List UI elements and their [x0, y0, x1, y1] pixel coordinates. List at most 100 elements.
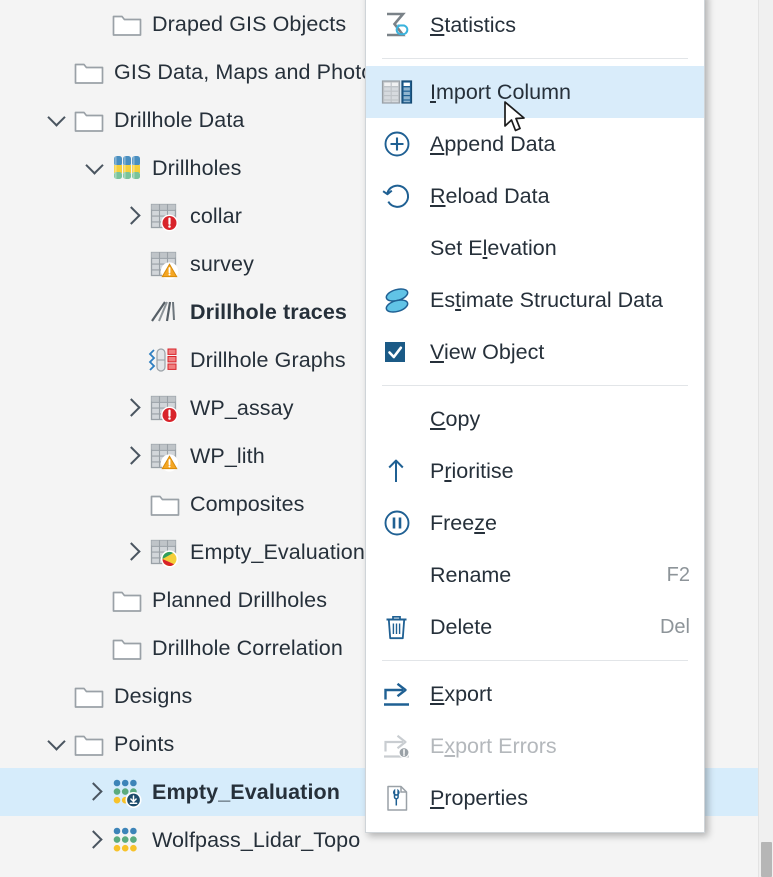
context-menu[interactable]: Statistics Import Column Append Data Reload…	[365, 0, 705, 833]
folder-icon	[110, 631, 144, 665]
drillholes-icon	[110, 151, 144, 185]
folder-icon	[110, 7, 144, 41]
tree-row-label: Composites	[190, 491, 305, 516]
chevron-down-icon[interactable]	[80, 153, 110, 183]
menu-item-delete[interactable]: Delete Del	[366, 601, 704, 653]
menu-item-reload-data[interactable]: Reload Data	[366, 170, 704, 222]
menu-item-shortcut: Del	[659, 615, 690, 638]
menu-separator	[382, 385, 688, 386]
menu-icon-placeholder	[380, 231, 424, 265]
chevron-right-icon[interactable]	[80, 825, 110, 855]
export-icon	[380, 677, 424, 711]
menu-item-rename[interactable]: Rename F2	[366, 549, 704, 601]
chevron-down-icon[interactable]	[42, 105, 72, 135]
tree-row-label: Wolfpass_Lidar_Topo	[152, 827, 361, 852]
chevron-right-icon[interactable]	[80, 777, 110, 807]
folder-icon	[72, 727, 106, 761]
project-explorer-with-context-menu: Draped GIS Objects GIS Data, Maps and Pho…	[0, 0, 773, 877]
chevron-right-icon[interactable]	[118, 393, 148, 423]
table-warning-icon	[148, 439, 182, 473]
tree-row-label: collar	[190, 203, 242, 228]
menu-separator	[382, 58, 688, 59]
twisty-spacer	[118, 489, 148, 519]
menu-item-label: Delete	[430, 614, 493, 639]
tree-row-label: Empty_Evaluation	[152, 779, 340, 804]
table-error-icon	[148, 199, 182, 233]
menu-item-label: Properties	[430, 785, 528, 810]
chevron-right-icon[interactable]	[118, 537, 148, 567]
menu-item-label: Set Elevation	[430, 235, 557, 260]
tree-row-label: Designs	[114, 683, 193, 708]
menu-item-append-data[interactable]: Append Data	[366, 118, 704, 170]
menu-item-label: Copy	[430, 406, 481, 431]
tree-row-label: Drillholes	[152, 155, 242, 180]
tree-row-label: Draped GIS Objects	[152, 11, 347, 36]
tree-row-label: Empty_Evaluation	[190, 539, 365, 564]
twisty-spacer	[80, 9, 110, 39]
menu-item-shortcut: F2	[666, 563, 690, 586]
menu-item-label: Append Data	[430, 131, 556, 156]
tree-row-label: Drillhole Graphs	[190, 347, 346, 372]
chevron-right-icon[interactable]	[118, 201, 148, 231]
points-download-icon	[110, 775, 144, 809]
tree-row-label: Drillhole traces	[190, 299, 347, 324]
menu-separator	[382, 660, 688, 661]
menu-item-label: Statistics	[430, 12, 517, 37]
menu-item-prioritise[interactable]: Prioritise	[366, 445, 704, 497]
tree-row-label: Points	[114, 731, 175, 756]
tree-row-label: survey	[190, 251, 254, 276]
vertical-scrollbar[interactable]	[758, 0, 773, 877]
menu-item-label: Export	[430, 681, 493, 706]
menu-item-export[interactable]: Export	[366, 668, 704, 720]
menu-item-set-elevation[interactable]: Set Elevation	[366, 222, 704, 274]
tree-row-label: GIS Data, Maps and Photo	[114, 59, 374, 84]
folder-icon	[148, 487, 182, 521]
table-warning-icon	[148, 247, 182, 281]
sigma-statistics-icon	[380, 8, 424, 42]
twisty-spacer	[118, 297, 148, 327]
menu-item-copy[interactable]: Copy	[366, 393, 704, 445]
menu-item-view-object[interactable]: View Object	[366, 326, 704, 378]
tree-row-label: WP_lith	[190, 443, 265, 468]
twisty-spacer	[80, 585, 110, 615]
tree-row-label: Drillhole Data	[114, 107, 245, 132]
menu-item-estimate-structural-data[interactable]: Estimate Structural Data	[366, 274, 704, 326]
pause-circle-icon	[380, 506, 424, 540]
chevron-down-icon[interactable]	[42, 729, 72, 759]
tree-row-label: Planned Drillholes	[152, 587, 328, 612]
folder-icon	[110, 583, 144, 617]
menu-item-label: Prioritise	[430, 458, 514, 483]
menu-item-statistics[interactable]: Statistics	[366, 0, 704, 51]
chevron-right-icon[interactable]	[118, 441, 148, 471]
twisty-spacer	[80, 633, 110, 663]
properties-icon	[380, 781, 424, 815]
twisty-spacer	[42, 681, 72, 711]
trash-icon	[380, 610, 424, 644]
menu-item-import-column[interactable]: Import Column	[366, 66, 704, 118]
menu-item-freeze[interactable]: Freeze	[366, 497, 704, 549]
scrollbar-thumb[interactable]	[761, 842, 772, 877]
menu-item-label: Reload Data	[430, 183, 550, 208]
menu-icon-placeholder	[380, 402, 424, 436]
menu-item-properties[interactable]: Properties	[366, 772, 704, 824]
menu-item-export-errors: Export Errors	[366, 720, 704, 772]
checkbox-checked-icon	[380, 335, 424, 369]
drillhole-graphs-icon	[148, 343, 182, 377]
folder-icon	[72, 103, 106, 137]
twisty-spacer	[42, 57, 72, 87]
menu-item-label: Estimate Structural Data	[430, 287, 664, 312]
